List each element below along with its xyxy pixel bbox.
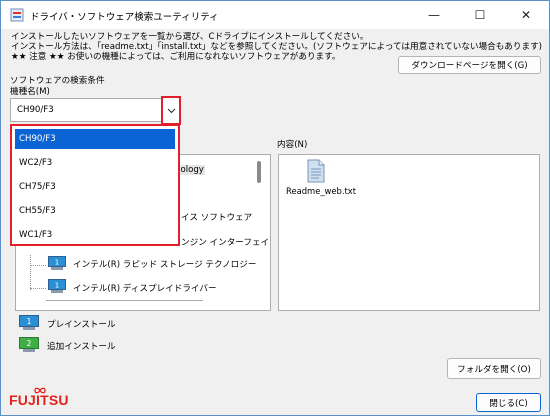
vertical-scrollbar[interactable] [257,161,261,183]
model-dropdown-list[interactable]: CH90/F3 WC2/F3 CH75/F3 CH55/F3 WC1/F3 [10,124,180,246]
model-label: 機種名(M) [10,87,50,97]
svg-text:2: 2 [27,339,32,348]
fujitsu-logo: FUJITSU [9,387,71,410]
model-combobox-value: CH90/F3 [17,105,54,115]
preinstall-legend-label: プレインストール [47,320,116,330]
app-icon [10,8,24,22]
svg-text:1: 1 [55,258,59,266]
app-window: ドライバ・ソフトウェア検索ユーティリティ — ☐ ✕ インストールしたいソフトウ… [0,0,550,416]
chevron-down-icon [167,108,175,113]
dropdown-option[interactable]: CH90/F3 [15,129,175,149]
maximize-button[interactable]: ☐ [457,1,503,29]
tree-item-rapid-storage[interactable]: インテル(R) ラピッド ストレージ テクノロジー [73,258,256,270]
preinstall-legend-icon: 1 [19,315,39,330]
tree-connector [30,288,46,289]
tree-connector [30,265,46,266]
svg-text:1: 1 [55,281,59,289]
content-list[interactable]: Readme_web.txt [278,154,540,311]
dropdown-option[interactable]: CH75/F3 [15,177,175,197]
title-bar: ドライバ・ソフトウェア検索ユーティリティ — ☐ ✕ [1,1,549,29]
preinstall-icon: 1 [48,279,66,293]
open-download-page-button[interactable]: ダウンロードページを開く(G) [398,56,541,74]
tree-item-display-driver[interactable]: インテル(R) ディスプレイドライバー [73,282,217,294]
dropdown-option[interactable]: WC2/F3 [15,153,175,173]
minimize-button[interactable]: — [411,1,457,29]
model-combobox[interactable]: CH90/F3 [10,98,180,122]
tree-item-partial[interactable]: イス ソフトウェア [181,211,252,223]
svg-text:1: 1 [27,317,32,326]
window-title: ドライバ・ソフトウェア検索ユーティリティ [30,12,219,23]
readme-file-name[interactable]: Readme_web.txt [286,186,356,196]
tree-connector [30,255,31,290]
close-button[interactable]: 閉じる(C) [476,393,541,412]
additional-install-legend-icon: 2 [19,337,39,352]
preinstall-icon: 1 [48,256,66,270]
close-window-button[interactable]: ✕ [503,1,549,29]
text-file-icon[interactable] [307,159,325,183]
infinity-mark-icon [34,387,46,394]
dropdown-option[interactable]: CH55/F3 [15,201,175,221]
instruction-line-3: ★★ 注意 ★★ お使いの機種によっては、ご利用になれないソフトウェアがあります… [11,52,341,62]
model-dropdown-toggle[interactable] [161,96,181,125]
content-label: 内容(N) [277,140,308,150]
open-folder-button[interactable]: フォルダを開く(O) [447,358,541,379]
dropdown-option[interactable]: WC1/F3 [15,225,175,245]
additional-install-legend-label: 追加インストール [47,342,116,352]
horizontal-scrollbar[interactable] [46,300,203,301]
tree-item-partial[interactable]: ンジン インターフェイ [181,236,269,248]
